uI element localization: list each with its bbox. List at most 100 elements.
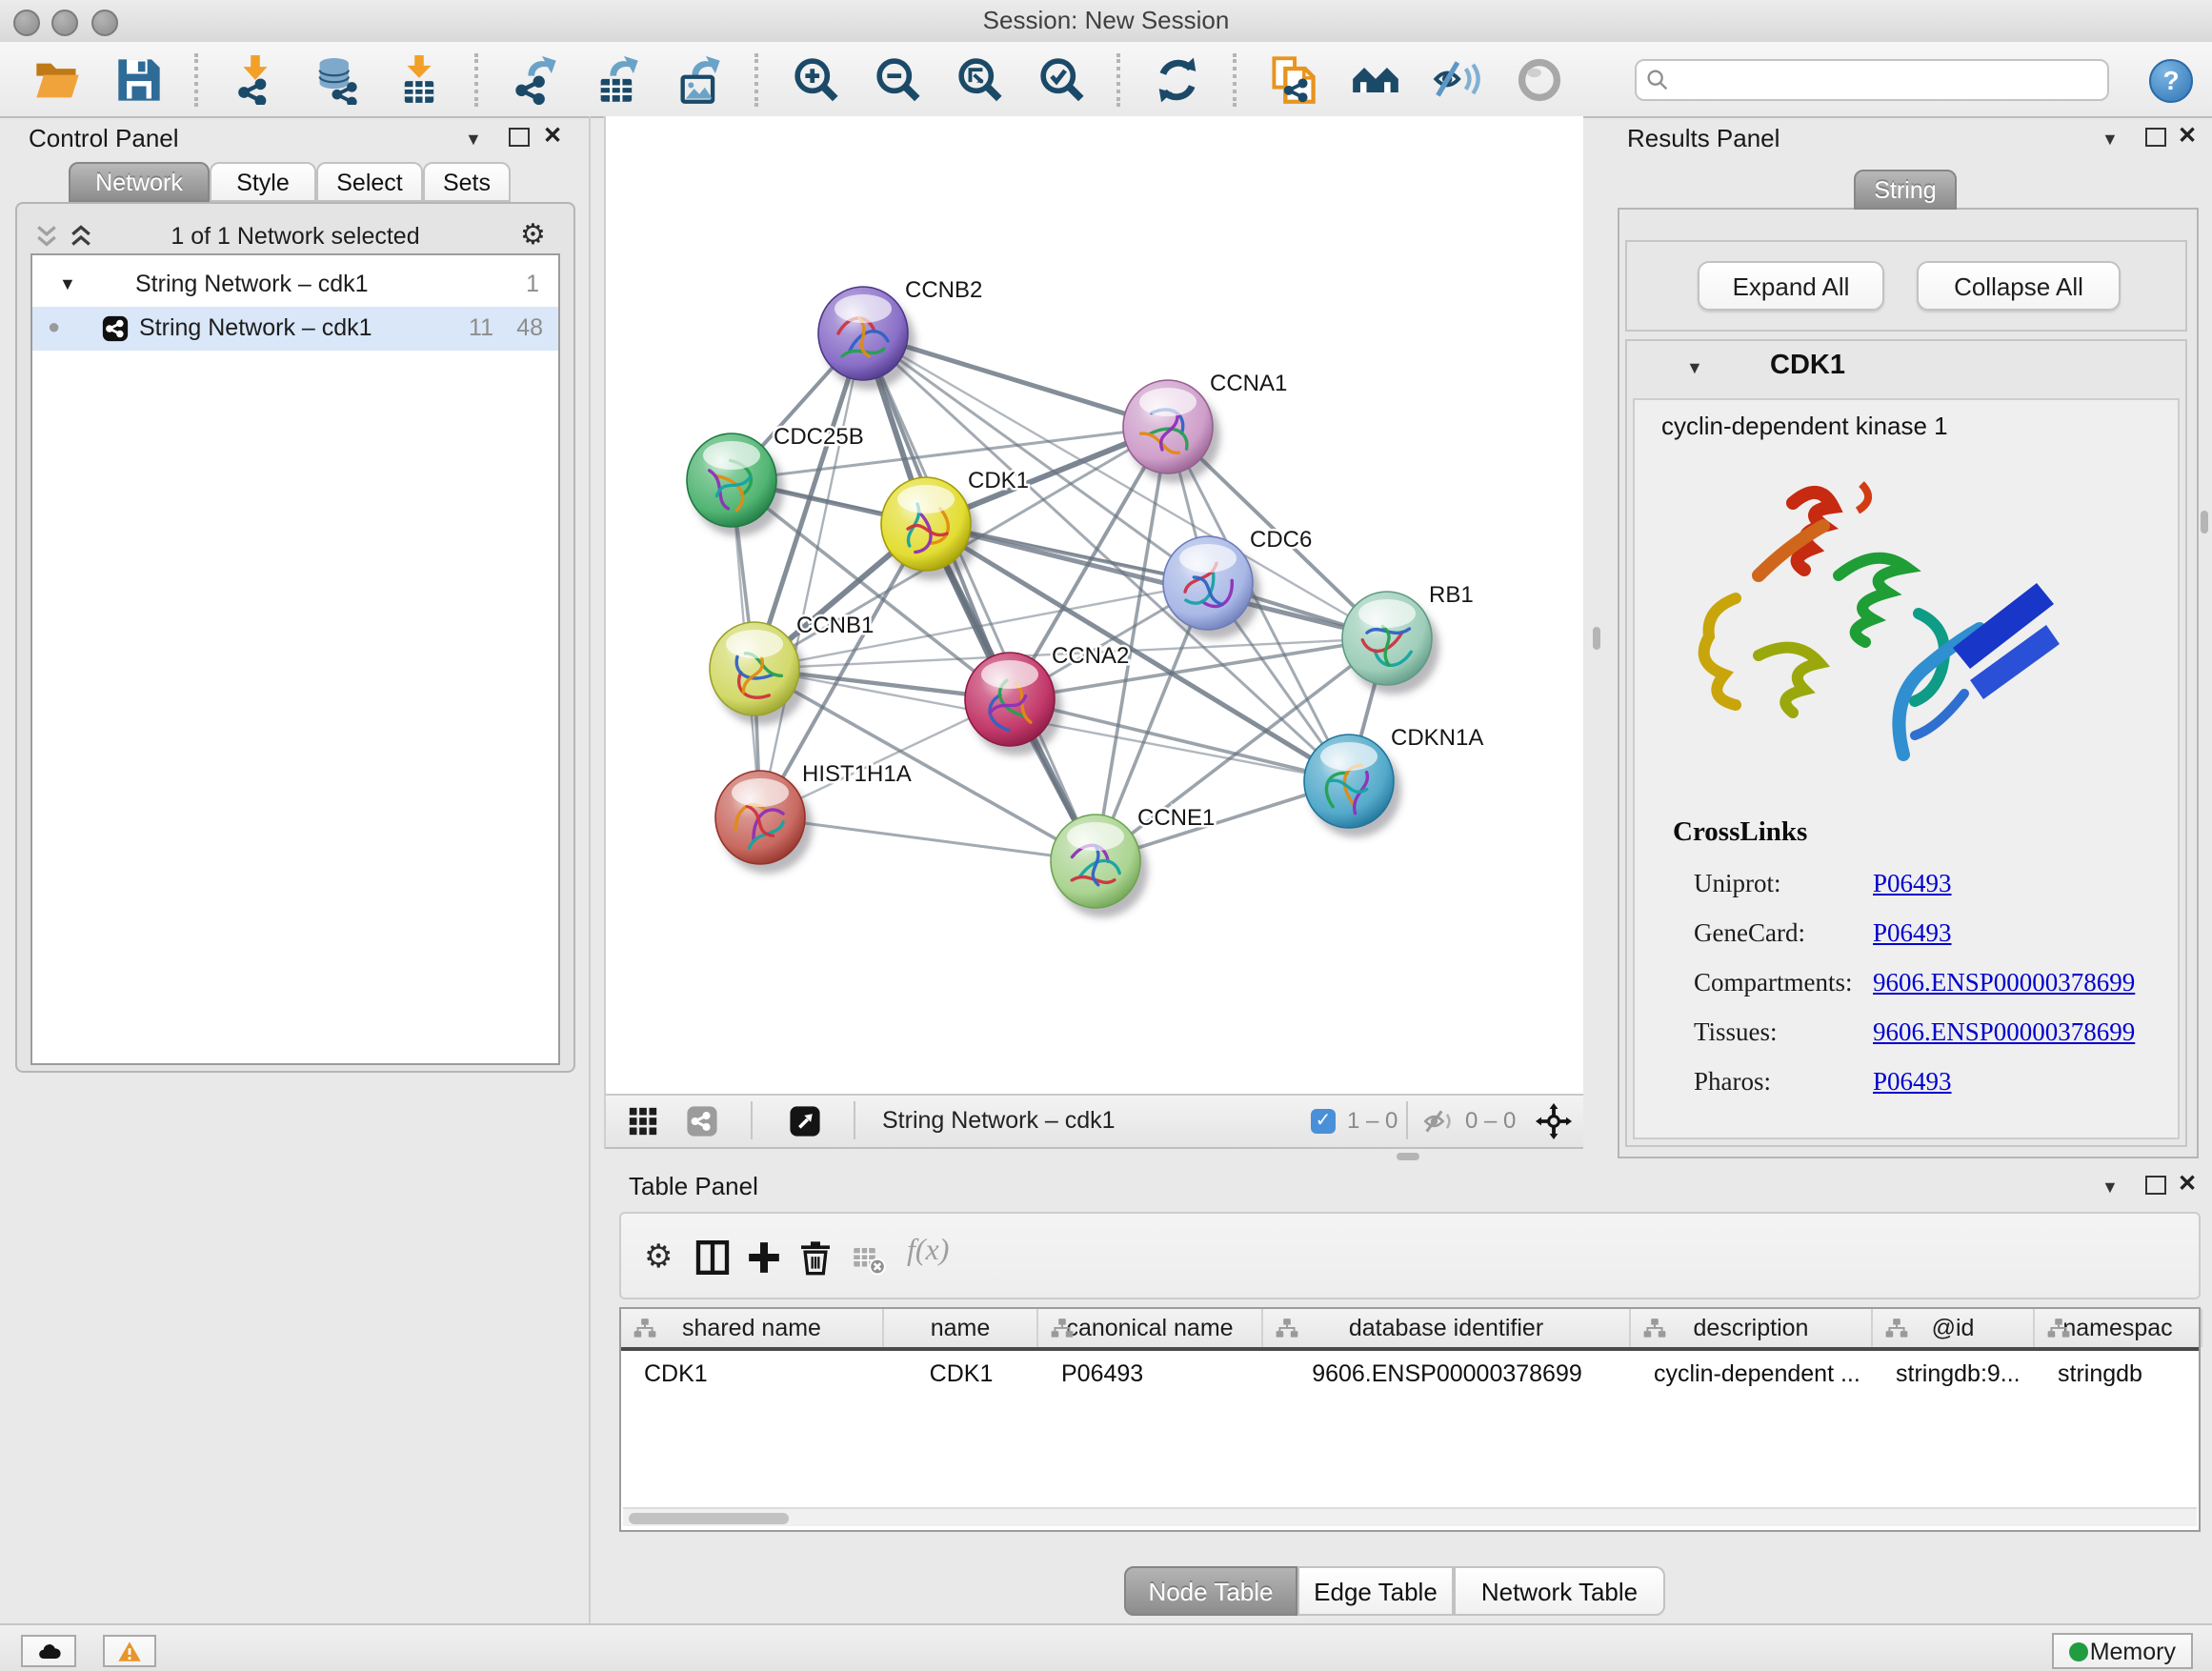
column-header-description[interactable]: description bbox=[1631, 1309, 1873, 1347]
memory-button[interactable]: Memory bbox=[2052, 1633, 2193, 1669]
table-panel-close-icon[interactable]: ✕ bbox=[2178, 1170, 2197, 1197]
add-column-icon[interactable] bbox=[745, 1238, 783, 1277]
tab-style[interactable]: Style bbox=[210, 162, 316, 202]
crosslink-link[interactable]: 9606.ENSP00000378699 bbox=[1873, 968, 2135, 998]
sort-tree-icon bbox=[1050, 1317, 1075, 1341]
tab-string-results[interactable]: String bbox=[1854, 170, 1957, 210]
splitter-handle[interactable] bbox=[1397, 1153, 1419, 1160]
export-table-icon[interactable] bbox=[592, 54, 641, 104]
column-header-canonical-name[interactable]: canonical name bbox=[1038, 1309, 1263, 1347]
delete-table-icon[interactable] bbox=[852, 1242, 886, 1277]
column-header-shared-name[interactable]: shared name bbox=[621, 1309, 884, 1347]
node-table: shared namenamecanonical namedatabase id… bbox=[619, 1307, 2201, 1532]
results-panel-float-icon[interactable] bbox=[2145, 128, 2166, 147]
warning-button[interactable] bbox=[103, 1635, 156, 1667]
zoom-fit-icon[interactable] bbox=[954, 54, 1003, 104]
import-database-icon[interactable] bbox=[312, 54, 361, 104]
table-cell[interactable]: stringdb:9... bbox=[1873, 1355, 2035, 1393]
column-header--id[interactable]: @id bbox=[1873, 1309, 2035, 1347]
delete-column-icon[interactable] bbox=[796, 1238, 835, 1277]
tab-node-table[interactable]: Node Table bbox=[1124, 1566, 1297, 1616]
table-gear-icon[interactable]: ⚙ bbox=[644, 1240, 674, 1273]
table-panel-float-icon[interactable] bbox=[2145, 1176, 2166, 1195]
network-node-CCNB1[interactable]: CCNB1 bbox=[710, 613, 874, 725]
control-panel-collapse-icon[interactable]: ▼ bbox=[465, 130, 482, 149]
table-cell[interactable]: CDK1 bbox=[884, 1355, 1038, 1393]
save-session-icon[interactable] bbox=[113, 54, 163, 104]
help-button[interactable]: ? bbox=[2149, 59, 2193, 103]
column-header-database-identifier[interactable]: database identifier bbox=[1263, 1309, 1631, 1347]
import-network-icon[interactable] bbox=[230, 54, 279, 104]
network-edge[interactable] bbox=[760, 333, 863, 817]
birds-eye-view-icon[interactable] bbox=[789, 1105, 821, 1137]
import-table-icon[interactable] bbox=[393, 54, 443, 104]
control-panel-float-icon[interactable] bbox=[509, 128, 530, 147]
network-node-CDK1[interactable]: CDK1 bbox=[881, 468, 1029, 580]
results-panel-collapse-icon[interactable]: ▼ bbox=[2101, 130, 2119, 149]
scrollbar-handle[interactable] bbox=[629, 1512, 789, 1523]
column-header-namespac[interactable]: namespac bbox=[2035, 1309, 2202, 1347]
gene-section-collapse-icon[interactable]: ▼ bbox=[1686, 358, 1703, 377]
function-builder-icon[interactable]: f(x) bbox=[907, 1235, 949, 1269]
network-node-CDC25B[interactable]: CDC25B bbox=[687, 424, 864, 536]
tree-row-network[interactable]: ● String Network – cdk1 11 48 bbox=[32, 307, 558, 351]
tab-sets[interactable]: Sets bbox=[423, 162, 511, 202]
gene-description: cyclin-dependent kinase 1 bbox=[1661, 412, 1948, 440]
tab-select[interactable]: Select bbox=[316, 162, 423, 202]
table-panel-collapse-icon[interactable]: ▼ bbox=[2101, 1178, 2119, 1197]
refresh-layout-icon[interactable] bbox=[1152, 54, 1201, 104]
hide-selected-icon[interactable] bbox=[1432, 54, 1481, 104]
crosslink-link[interactable]: P06493 bbox=[1873, 1067, 1952, 1097]
table-cell[interactable]: 9606.ENSP00000378699 bbox=[1263, 1355, 1631, 1393]
crosshair-move-icon[interactable] bbox=[1536, 1103, 1572, 1139]
grid-view-icon[interactable] bbox=[627, 1105, 659, 1137]
table-panel-title: Table Panel bbox=[629, 1172, 758, 1200]
horizontal-scrollbar[interactable] bbox=[623, 1507, 2197, 1526]
zoom-in-icon[interactable] bbox=[790, 54, 839, 104]
search-input[interactable] bbox=[1635, 59, 2109, 101]
home-network-icon[interactable] bbox=[1350, 54, 1399, 104]
share-document-icon[interactable] bbox=[1268, 54, 1317, 104]
crosslink-link[interactable]: P06493 bbox=[1873, 918, 1952, 949]
network-edge[interactable] bbox=[926, 524, 1387, 638]
network-view-canvas[interactable]: CCNB2 CCNA1 CDC25BCDK1 CDC6 RB1 CCNB1 CCNA2 CDK… bbox=[604, 116, 1583, 1094]
selected-checkbox-icon[interactable]: ✓ bbox=[1311, 1109, 1336, 1134]
network-node-CCNA1[interactable]: CCNA1 bbox=[1123, 371, 1287, 483]
export-image-icon[interactable] bbox=[674, 54, 723, 104]
network-node-CDKN1A[interactable]: CDKN1A bbox=[1304, 725, 1483, 837]
column-header-name[interactable]: name bbox=[884, 1309, 1038, 1347]
network-node-CDC6[interactable]: CDC6 bbox=[1163, 527, 1312, 639]
crosslink-link[interactable]: P06493 bbox=[1873, 869, 1952, 899]
tab-edge-table[interactable]: Edge Table bbox=[1297, 1566, 1454, 1616]
zoom-selected-icon[interactable] bbox=[1036, 54, 1085, 104]
splitter-handle[interactable] bbox=[1593, 627, 1600, 650]
network-node-CCNB2[interactable]: CCNB2 bbox=[818, 277, 982, 390]
control-panel-close-icon[interactable]: ✕ bbox=[543, 122, 562, 149]
table-cell[interactable]: stringdb bbox=[2035, 1355, 2202, 1393]
table-cell[interactable]: cyclin-dependent ... bbox=[1631, 1355, 1873, 1393]
results-panel-close-icon[interactable]: ✕ bbox=[2178, 122, 2197, 149]
show-selected-icon[interactable] bbox=[1514, 54, 1563, 104]
table-cell[interactable]: P06493 bbox=[1038, 1355, 1263, 1393]
table-cell[interactable]: CDK1 bbox=[621, 1355, 884, 1393]
network-node-RB1[interactable]: RB1 bbox=[1342, 582, 1474, 695]
export-network-icon[interactable] bbox=[510, 54, 559, 104]
gear-icon[interactable]: ⚙ bbox=[520, 221, 546, 250]
hidden-eye-icon[interactable] bbox=[1421, 1105, 1454, 1137]
tab-network-table[interactable]: Network Table bbox=[1454, 1566, 1665, 1616]
tab-network[interactable]: Network bbox=[69, 162, 210, 202]
crosslink-link[interactable]: 9606.ENSP00000378699 bbox=[1873, 1017, 2135, 1048]
string-view-icon[interactable] bbox=[686, 1105, 718, 1137]
network-node-CCNA2[interactable]: CCNA2 bbox=[965, 643, 1129, 755]
vertical-splitter[interactable] bbox=[1581, 116, 1614, 1166]
tree-row-root[interactable]: ▼ String Network – cdk1 1 bbox=[32, 263, 558, 307]
collapse-all-button[interactable]: Collapse All bbox=[1917, 261, 2121, 311]
open-folder-icon[interactable] bbox=[31, 54, 81, 104]
expand-all-button[interactable]: Expand All bbox=[1698, 261, 1884, 311]
network-node-HIST1H1A[interactable]: HIST1H1A bbox=[715, 761, 912, 874]
zoom-out-icon[interactable] bbox=[872, 54, 921, 104]
tree-expand-icon[interactable]: ▼ bbox=[59, 263, 76, 307]
cloud-button[interactable] bbox=[21, 1635, 76, 1667]
show-columns-icon[interactable] bbox=[694, 1238, 732, 1277]
network-node-CCNE1[interactable]: CCNE1 bbox=[1051, 805, 1215, 917]
